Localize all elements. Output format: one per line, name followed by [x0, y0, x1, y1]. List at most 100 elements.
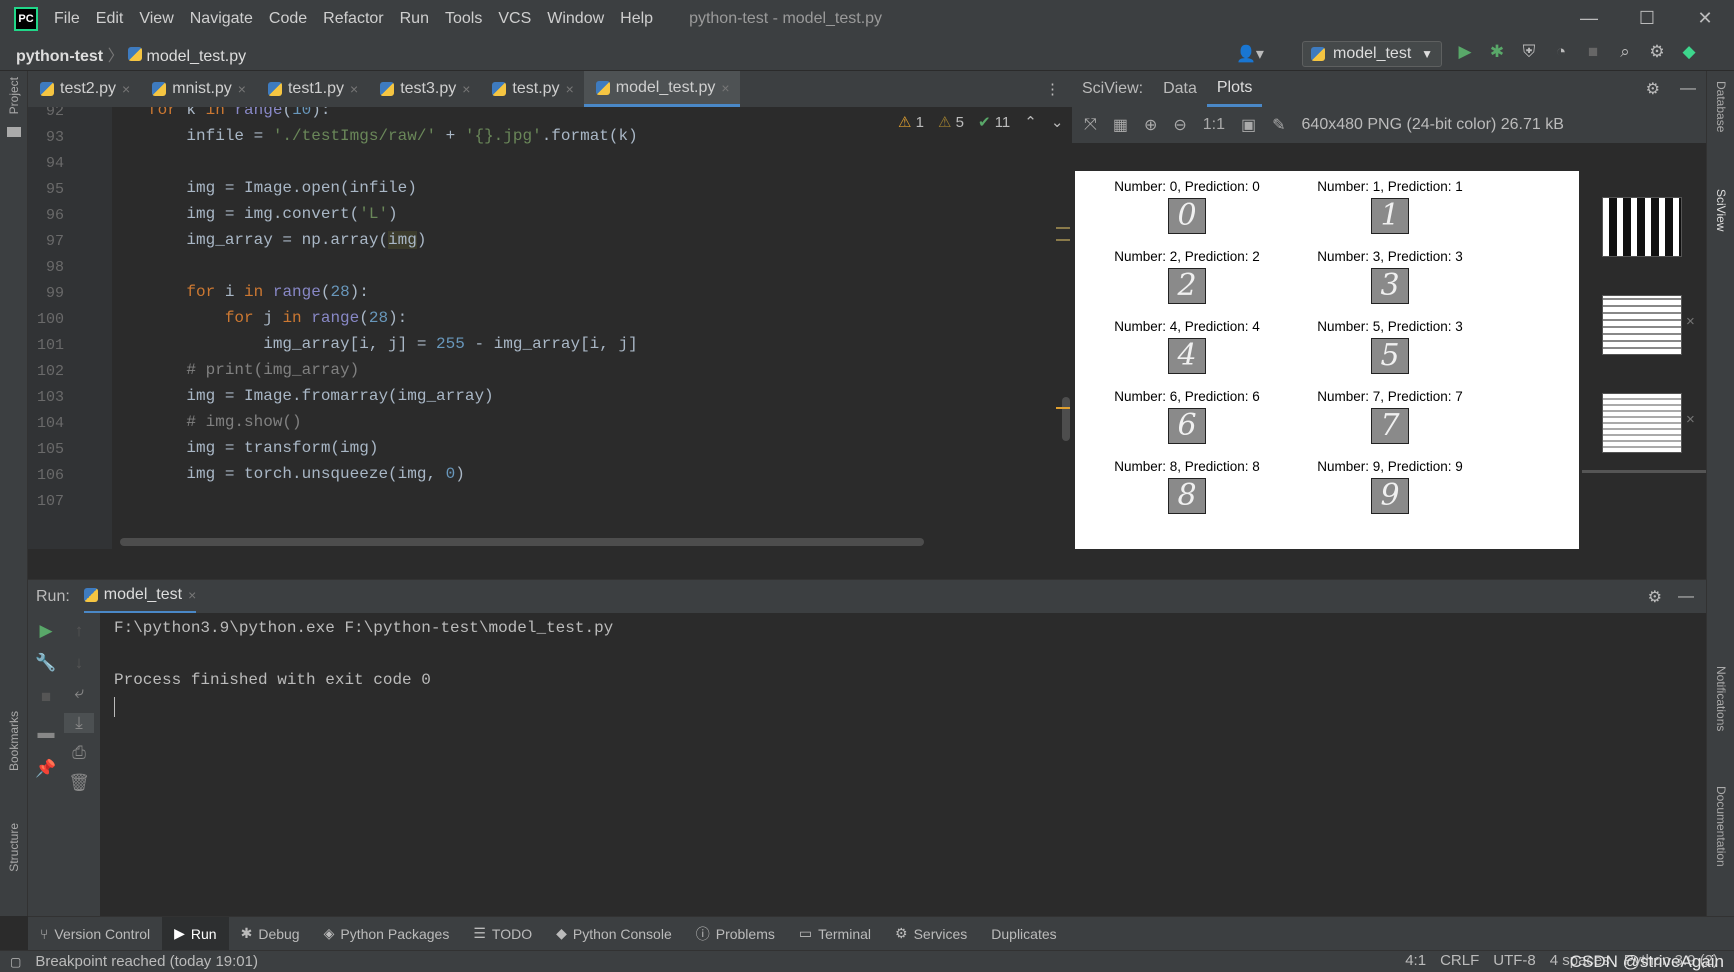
profile-icon[interactable]: ◔: [1550, 42, 1572, 62]
tab-debug[interactable]: ✱ Debug: [229, 917, 312, 951]
vertical-scrollbar[interactable]: [1062, 397, 1070, 441]
jetbrains-icon[interactable]: ◆: [1678, 42, 1700, 62]
menu-run[interactable]: Run: [394, 8, 435, 30]
file-encoding[interactable]: UTF-8: [1493, 952, 1536, 969]
print-icon[interactable]: ⎙: [64, 743, 94, 763]
bookmarks-tool-button[interactable]: Bookmarks: [7, 711, 21, 771]
settings-gear-icon[interactable]: ⚙: [1636, 79, 1670, 99]
tab-run[interactable]: ▶ Run: [162, 916, 229, 951]
close-icon[interactable]: ×: [1686, 411, 1695, 428]
rerun-icon[interactable]: ▶: [31, 621, 61, 641]
close-window-button[interactable]: ✕: [1676, 0, 1734, 37]
tab-terminal[interactable]: ▭ Terminal: [787, 917, 883, 951]
plot-thumbnail[interactable]: [1602, 197, 1682, 257]
menu-code[interactable]: Code: [263, 8, 313, 30]
documentation-tool-button[interactable]: Documentation: [1714, 786, 1728, 867]
run-tab-model-test[interactable]: model_test ×: [83, 580, 197, 614]
close-icon[interactable]: ×: [721, 80, 729, 96]
structure-tool-button[interactable]: Structure: [7, 823, 21, 872]
tab-version-control[interactable]: ⑂ Version Control: [28, 917, 162, 951]
chevron-down-icon[interactable]: ⌄: [1051, 113, 1064, 131]
tab-test3[interactable]: test3.py ×: [368, 71, 480, 107]
run-icon[interactable]: ▶: [1454, 42, 1476, 62]
color-picker-icon[interactable]: ✎: [1272, 115, 1285, 135]
breadcrumb-file[interactable]: model_test.py: [146, 48, 246, 65]
plot-thumbnail[interactable]: [1602, 295, 1682, 355]
tab-services[interactable]: ⚙ Services: [883, 917, 979, 951]
stop-icon[interactable]: ■: [1582, 42, 1604, 62]
settings-gear-icon[interactable]: ⚙: [1646, 42, 1668, 62]
error-stripe-marker[interactable]: [1056, 227, 1070, 241]
run-console[interactable]: F:\python3.9\python.exe F:\python-test\m…: [100, 613, 1706, 916]
minimize-button[interactable]: —: [1560, 0, 1618, 37]
settings-gear-icon[interactable]: ⚙: [1648, 587, 1662, 607]
fit-icon[interactable]: ⤧: [1084, 116, 1097, 134]
close-icon[interactable]: ×: [462, 81, 470, 97]
layout-icon[interactable]: ▬: [31, 723, 61, 743]
line-separator[interactable]: CRLF: [1440, 952, 1479, 969]
tab-plots[interactable]: Plots: [1206, 71, 1263, 107]
menu-tools[interactable]: Tools: [439, 8, 488, 30]
coverage-icon[interactable]: ⛨: [1518, 42, 1540, 62]
menu-vcs[interactable]: VCS: [492, 8, 537, 30]
scroll-to-end-icon[interactable]: ⤓: [64, 713, 94, 733]
tab-python-console[interactable]: ◆ Python Console: [544, 917, 684, 951]
tab-test2[interactable]: test2.py ×: [28, 71, 140, 107]
close-icon[interactable]: ×: [350, 81, 358, 97]
close-icon[interactable]: ×: [1686, 313, 1695, 330]
tab-problems[interactable]: ⓘ Problems: [684, 917, 787, 951]
code-editor[interactable]: 92 93 94 95 96 97 98 99 100 101 102 103 …: [28, 107, 1072, 549]
stop-icon[interactable]: ■: [31, 687, 61, 707]
close-icon[interactable]: ×: [238, 81, 246, 97]
pin-icon[interactable]: 📌: [31, 759, 61, 779]
menu-help[interactable]: Help: [614, 8, 659, 30]
arrow-up-icon[interactable]: ↑: [64, 621, 94, 641]
minimize-panel-icon[interactable]: —: [1678, 588, 1694, 606]
chevron-up-icon[interactable]: ⌃: [1024, 113, 1037, 131]
zoom-out-icon[interactable]: ⊖: [1173, 115, 1186, 135]
minimize-panel-icon[interactable]: —: [1670, 80, 1706, 98]
code-token: in: [244, 283, 264, 301]
layout-toggle-icon[interactable]: ▢: [10, 955, 21, 969]
close-icon[interactable]: ×: [188, 587, 196, 603]
maximize-button[interactable]: ☐: [1618, 0, 1676, 37]
project-tool-button[interactable]: Project: [7, 77, 21, 114]
wrench-icon[interactable]: 🔧: [31, 653, 61, 673]
menu-window[interactable]: Window: [541, 8, 610, 30]
tab-data[interactable]: Data: [1153, 80, 1207, 98]
search-icon[interactable]: ⌕: [1614, 42, 1636, 62]
tab-test1[interactable]: test1.py ×: [256, 71, 368, 107]
plot-thumbnail[interactable]: [1602, 393, 1682, 453]
menu-file[interactable]: File: [48, 8, 86, 30]
debug-icon[interactable]: ✱: [1486, 42, 1508, 62]
run-config-select[interactable]: model_test ▼: [1302, 41, 1442, 67]
horizontal-scrollbar[interactable]: [120, 538, 924, 546]
database-tool-button[interactable]: Database: [1714, 81, 1728, 132]
background-icon[interactable]: ▣: [1241, 115, 1256, 135]
tab-test[interactable]: test.py ×: [480, 71, 583, 107]
tab-todo[interactable]: ☰ TODO: [461, 917, 544, 951]
close-icon[interactable]: ×: [566, 81, 574, 97]
notifications-tool-button[interactable]: Notifications: [1714, 666, 1728, 731]
tab-mnist[interactable]: mnist.py ×: [140, 71, 256, 107]
actual-size-icon[interactable]: 1:1: [1203, 116, 1225, 134]
close-icon[interactable]: ×: [122, 81, 130, 97]
tab-duplicates[interactable]: Duplicates: [979, 917, 1068, 951]
zoom-in-icon[interactable]: ⊕: [1144, 115, 1157, 135]
tab-model-test[interactable]: model_test.py ×: [583, 71, 740, 107]
menu-refactor[interactable]: Refactor: [317, 8, 389, 30]
arrow-down-icon[interactable]: ↓: [64, 653, 94, 673]
breadcrumb-project[interactable]: python-test: [16, 48, 103, 65]
soft-wrap-icon[interactable]: ⤶: [64, 683, 94, 703]
menu-navigate[interactable]: Navigate: [184, 8, 259, 30]
sciview-tool-button[interactable]: SciView: [1714, 189, 1728, 231]
trash-icon[interactable]: 🗑: [64, 773, 94, 793]
inspection-widget[interactable]: ⚠ 1 ⚠ 5 ✔ 11 ⌃ ⌄: [898, 113, 1063, 131]
grid-icon[interactable]: ▦: [1113, 115, 1128, 135]
user-icon[interactable]: 👤▾: [1236, 44, 1264, 64]
menu-view[interactable]: View: [133, 8, 179, 30]
caret-position[interactable]: 4:1: [1405, 952, 1426, 969]
more-tabs-icon[interactable]: ⋮: [1045, 80, 1060, 98]
menu-edit[interactable]: Edit: [90, 8, 130, 30]
tab-python-packages[interactable]: ◈ Python Packages: [312, 917, 462, 951]
